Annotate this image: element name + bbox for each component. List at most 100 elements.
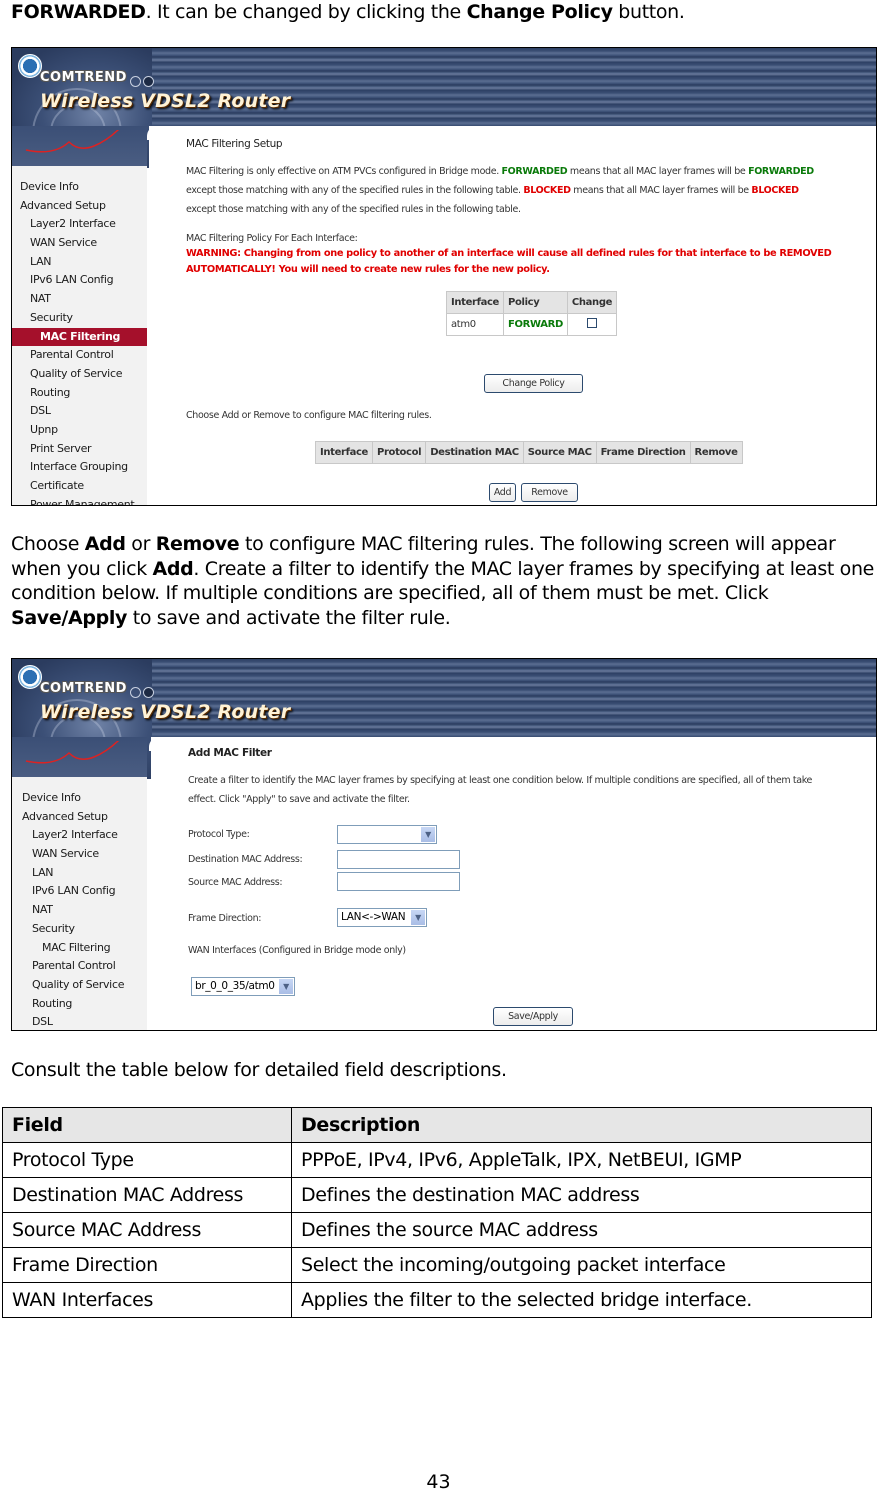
add-button[interactable]: Add	[489, 483, 516, 502]
intro-paragraph: FORWARDED. It can be changed by clicking…	[11, 1, 685, 23]
rules-table-header: Protocol	[371, 441, 427, 464]
sidebar-item-ipv6-lan-config[interactable]: IPv6 LAN Config	[12, 271, 147, 290]
protocol-type-label: Protocol Type:	[188, 829, 250, 840]
sidebar-item-device-info[interactable]: Device Info	[12, 178, 147, 197]
field-name-cell: Protocol Type	[2, 1142, 292, 1178]
sidebar-item-wan-service[interactable]: WAN Service	[14, 845, 149, 864]
content-pane: MAC Filtering Setup MAC Filtering is onl…	[149, 126, 876, 505]
sidebar-nav-list: Device Info Advanced Setup Layer2 Interfac…	[12, 178, 147, 505]
rules-table-header: Frame Direction	[595, 441, 691, 464]
sidebar-item-parental-control[interactable]: Parental Control	[12, 346, 147, 365]
mac-filter-description: MAC Filtering is only effective on ATM P…	[186, 166, 814, 215]
sidebar-item-mac-filtering[interactable]: MAC Filtering	[14, 939, 149, 958]
save-apply-button[interactable]: Save/Apply	[493, 1007, 573, 1026]
sidebar-item-interface-grouping[interactable]: Interface Grouping	[12, 458, 147, 477]
rules-table-header: Remove	[689, 441, 743, 464]
sidebar-item-routing[interactable]: Routing	[14, 995, 149, 1014]
rules-table: Interface Protocol Destination MAC Source M…	[315, 441, 743, 464]
table-row: Frame Direction Select the incoming/outgo…	[2, 1247, 872, 1283]
interface-cell: atm0	[446, 313, 504, 336]
sidebar-item-power-management[interactable]: Power Management	[12, 496, 147, 505]
red-arrow-icon	[25, 130, 120, 153]
sidebar-item-upnp[interactable]: Upnp	[12, 421, 147, 440]
sidebar-item-certificate[interactable]: Certificate	[12, 477, 147, 496]
sidebar-item-dsl[interactable]: DSL	[12, 402, 147, 421]
sidebar-item-dsl[interactable]: DSL	[14, 1013, 149, 1030]
field-name-cell: WAN Interfaces	[2, 1282, 292, 1318]
sidebar-item-advanced-setup[interactable]: Advanced Setup	[14, 808, 149, 827]
sidebar-item-layer2-interface[interactable]: Layer2 Interface	[14, 826, 149, 845]
change-checkbox[interactable]	[586, 318, 597, 328]
sidebar-item-parental-control[interactable]: Parental Control	[14, 957, 149, 976]
change-policy-button[interactable]: Change Policy	[484, 374, 583, 393]
sidebar-item-quality-of-service[interactable]: Quality of Service	[12, 365, 147, 384]
sidebar-nav-list: Device Info Advanced Setup Layer2 Interfac…	[14, 789, 149, 1030]
table-row: Protocol Type PPPoE, IPv4, IPv6, AppleTal…	[2, 1142, 872, 1178]
product-name: Wireless VDSL2 Router	[40, 90, 291, 112]
sidebar-item-routing[interactable]: Routing	[12, 384, 147, 403]
comtrend-logo-icon	[18, 665, 42, 689]
red-arrow-icon	[25, 741, 120, 764]
sidebar-item-layer2-interface[interactable]: Layer2 Interface	[12, 215, 147, 234]
sidebar-item-device-info[interactable]: Device Info	[14, 789, 149, 808]
field-description-cell: Select the incoming/outgoing packet inte…	[291, 1247, 872, 1283]
policy-table-header: Policy	[503, 291, 568, 314]
remove-button[interactable]: Remove	[521, 483, 578, 502]
frame-direction-label: Frame Direction:	[188, 913, 262, 924]
frame-direction-select[interactable]: LAN<->WAN ▼	[337, 908, 427, 927]
sidebar-item-mac-filtering[interactable]: MAC Filtering	[12, 327, 147, 347]
table-row: WAN Interfaces Applies the filter to the …	[2, 1282, 872, 1318]
content-pane: Add MAC Filter Create a filter to identi…	[151, 737, 876, 1030]
add-filter-description: Create a filter to identify the MAC laye…	[188, 775, 813, 805]
rules-table-header: Interface	[315, 441, 373, 464]
add-mac-filter-screenshot: COMTREND Wireless VDSL2 Router Device In…	[11, 658, 877, 1031]
sidebar-item-quality-of-service[interactable]: Quality of Service	[14, 976, 149, 995]
sidebar-item-security[interactable]: Security	[12, 309, 147, 328]
wan-interfaces-label: WAN Interfaces (Configured in Bridge mod…	[188, 945, 406, 956]
brand-dots-icon	[130, 72, 156, 91]
sidebar-item-wan-service[interactable]: WAN Service	[12, 234, 147, 253]
sidebar-item-ipv6-lan-config[interactable]: IPv6 LAN Config	[14, 882, 149, 901]
add-instructions-paragraph: Choose Add or Remove to configure MAC fi…	[11, 533, 874, 629]
source-mac-input[interactable]	[337, 872, 460, 891]
policy-table: Interface Policy Change atm0 FORWARD	[446, 291, 618, 336]
field-column-header: Field	[2, 1107, 292, 1143]
brand-name: COMTREND	[40, 681, 127, 696]
sidebar-item-print-server[interactable]: Print Server	[12, 440, 147, 459]
table-row: Destination MAC Address Defines the desti…	[2, 1177, 872, 1213]
table-row: atm0 FORWARD	[446, 313, 618, 336]
page-number: 43	[426, 1471, 451, 1493]
table-row: Source MAC Address Defines the source MAC…	[2, 1212, 872, 1248]
destination-mac-label: Destination MAC Address:	[188, 854, 303, 865]
product-name: Wireless VDSL2 Router	[40, 701, 291, 723]
source-mac-label: Source MAC Address:	[188, 877, 283, 888]
brand-name: COMTREND	[40, 70, 127, 85]
sidebar-item-security[interactable]: Security	[14, 920, 149, 939]
policy-table-header: Interface	[446, 291, 504, 314]
page-title: MAC Filtering Setup	[186, 138, 283, 150]
page-title: Add MAC Filter	[188, 747, 272, 759]
protocol-type-select[interactable]: ▼	[337, 825, 437, 844]
field-description-cell: Applies the filter to the selected bridg…	[291, 1282, 872, 1318]
sidebar-item-nat[interactable]: NAT	[12, 290, 147, 309]
sidebar-item-advanced-setup[interactable]: Advanced Setup	[12, 197, 147, 216]
rules-table-header: Source MAC	[522, 441, 597, 464]
description-column-header: Description	[291, 1107, 872, 1143]
field-description-cell: Defines the source MAC address	[291, 1212, 872, 1248]
consult-text: Consult the table below for detailed fie…	[11, 1059, 507, 1081]
sidebar-item-lan[interactable]: LAN	[12, 253, 147, 272]
field-name-cell: Destination MAC Address	[2, 1177, 292, 1213]
destination-mac-input[interactable]	[337, 850, 460, 869]
chevron-down-icon: ▼	[421, 827, 435, 842]
chevron-down-icon: ▼	[279, 979, 293, 994]
wan-interface-select[interactable]: br_0_0_35/atm0 ▼	[191, 977, 295, 996]
warning-text: WARNING: Changing from one policy to ano…	[186, 248, 832, 275]
sidebar-item-nat[interactable]: NAT	[14, 901, 149, 920]
field-description-table: Field Description Protocol Type PPPoE, IP…	[2, 1107, 872, 1318]
sidebar-item-lan[interactable]: LAN	[14, 864, 149, 883]
policy-cell: FORWARD	[503, 313, 568, 336]
field-name-cell: Frame Direction	[2, 1247, 292, 1283]
field-description-cell: Defines the destination MAC address	[291, 1177, 872, 1213]
policy-table-header: Change	[566, 291, 618, 314]
field-description-cell: PPPoE, IPv4, IPv6, AppleTalk, IPX, NetBE…	[291, 1142, 872, 1178]
